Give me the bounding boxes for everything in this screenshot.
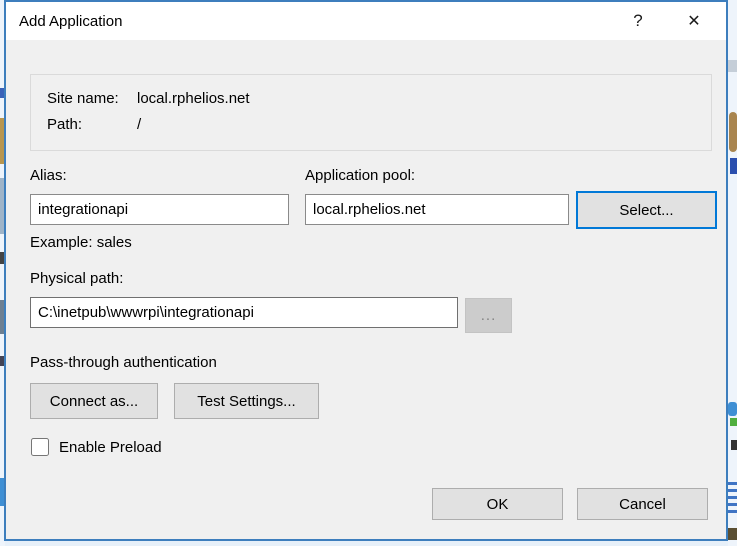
add-application-dialog: Add Application ? ✕ Site name: local.rph… [4,0,728,541]
application-pool-input[interactable] [305,194,569,225]
enable-preload-checkbox[interactable] [31,438,49,456]
cancel-button[interactable]: Cancel [577,488,708,520]
ok-button[interactable]: OK [432,488,563,520]
alias-label: Alias: [30,167,67,184]
background-fragment [728,482,737,485]
dialog-title: Add Application [6,13,122,30]
background-fragment [728,496,737,499]
physical-path-label: Physical path: [30,270,123,287]
screenshot-canvas: Add Application ? ✕ Site name: local.rph… [0,0,737,546]
background-fragment [729,112,737,152]
application-pool-label: Application pool: [305,167,415,184]
dialog-titlebar[interactable]: Add Application ? ✕ [6,2,726,40]
background-fragment [731,440,737,450]
alias-example-text: Example: sales [30,234,132,251]
physical-path-input[interactable] [30,297,458,328]
site-path-label: Path: [47,116,137,133]
background-fragment [730,418,737,426]
background-fragment [728,503,737,506]
background-fragment [728,510,737,513]
site-info-box: Site name: local.rphelios.net Path: / [30,74,712,151]
background-window-right-sliver [728,0,737,546]
test-settings-button[interactable]: Test Settings... [174,383,319,419]
select-button[interactable]: Select... [576,191,717,229]
site-name-value: local.rphelios.net [137,90,250,107]
site-name-row: Site name: local.rphelios.net [47,90,711,107]
site-name-label: Site name: [47,90,137,107]
background-fragment [728,60,737,72]
connect-as-button[interactable]: Connect as... [30,383,158,419]
browse-button[interactable]: ... [465,298,512,333]
site-path-value: / [137,116,141,133]
alias-input[interactable] [30,194,289,225]
help-icon[interactable]: ? [622,6,654,36]
enable-preload-label: Enable Preload [59,439,162,456]
background-fragment [728,528,737,540]
background-fragment [728,489,737,492]
site-path-row: Path: / [47,116,711,133]
close-icon[interactable]: ✕ [678,6,710,36]
background-fragment [728,402,737,416]
background-fragment [730,158,737,174]
passthrough-authentication-label: Pass-through authentication [30,354,217,371]
